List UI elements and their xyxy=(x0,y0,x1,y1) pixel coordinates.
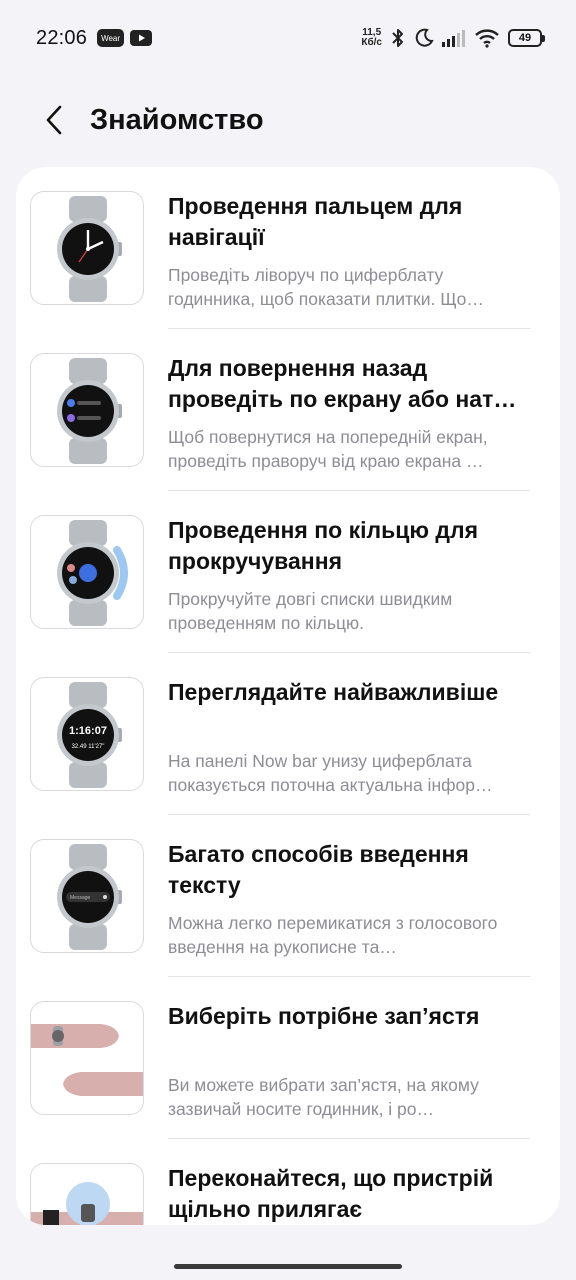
wrist-thumbnail xyxy=(30,1001,144,1115)
fit-thumbnail xyxy=(30,1163,144,1225)
watch-bezel-scroll-icon xyxy=(57,520,128,626)
list-item[interactable]: Проведення пальцем для навігації Проведі… xyxy=(16,167,560,329)
moon-icon xyxy=(415,28,434,47)
list-item[interactable]: Message Багато способів введення тексту … xyxy=(16,815,560,977)
watch-thumbnail: Message xyxy=(30,839,144,953)
watch-time: 1:16:07 xyxy=(69,725,107,737)
battery-indicator: 49 xyxy=(508,29,545,47)
watch-fit-icon xyxy=(31,1182,143,1225)
item-title: Переконайтеся, що пристрій щільно приляг… xyxy=(168,1165,494,1222)
watch-thumbnail xyxy=(30,353,144,467)
item-title: Проведення пальцем для навігації xyxy=(168,193,463,250)
item-title: Виберіть потрібне зап’ястя xyxy=(168,1003,480,1029)
page-title: Знайомство xyxy=(90,103,264,136)
item-description: Ви можете вибрати зап’ястя, на якому заз… xyxy=(168,1075,479,1119)
status-indicators: 11,5 Кб/с 49 xyxy=(361,28,545,48)
signal-icon xyxy=(442,30,465,47)
item-description: Прокручуйте довгі списки швидким проведе… xyxy=(168,589,453,633)
watch-stats: 32.49 11'27" xyxy=(72,744,105,750)
network-speed-unit: Кб/с xyxy=(361,37,382,48)
watch-thumbnail xyxy=(30,515,144,629)
watch-input-placeholder: Message xyxy=(70,895,91,901)
list-item[interactable]: Виберіть потрібне зап’ястя Ви можете виб… xyxy=(16,977,560,1139)
item-title: Для повернення назад проведіть по екрану… xyxy=(168,355,517,412)
bluetooth-icon xyxy=(392,29,403,47)
wifi-icon xyxy=(475,29,499,48)
item-title: Проведення по кільцю для прокручування xyxy=(168,517,479,574)
item-description: Проведіть ліворуч по циферблату годинник… xyxy=(168,265,484,309)
item-description: Щоб повернутися на попередній екран, про… xyxy=(168,427,488,471)
tips-list: Проведення пальцем для навігації Проведі… xyxy=(16,167,560,1225)
status-bar: 22:06 Wear 11,5 Кб/с 49 xyxy=(0,0,576,76)
youtube-icon xyxy=(130,30,153,46)
item-description: Можна легко перемикатися з голосового вв… xyxy=(168,913,498,957)
header: Знайомство xyxy=(0,88,576,152)
wear-app-icon: Wear xyxy=(97,29,125,47)
back-button[interactable] xyxy=(24,90,84,150)
list-item[interactable]: 1:16:07 32.49 11'27" Переглядайте найваж… xyxy=(16,653,560,815)
item-description: На панелі Now bar унизу циферблата показ… xyxy=(168,751,493,795)
status-time: 22:06 xyxy=(36,26,88,49)
list-item[interactable]: Для повернення назад проведіть по екрану… xyxy=(16,329,560,491)
watch-analog-icon xyxy=(57,196,122,302)
wrist-selection-icon xyxy=(31,1024,143,1096)
watch-list-icon xyxy=(57,358,122,464)
watch-thumbnail: 1:16:07 32.49 11'27" xyxy=(30,677,144,791)
item-title: Багато способів введення тексту xyxy=(168,841,469,898)
network-speed: 11,5 Кб/с xyxy=(361,28,382,48)
watch-nowbar-icon: 1:16:07 32.49 11'27" xyxy=(57,682,122,788)
chevron-left-icon xyxy=(46,105,62,135)
list-item[interactable]: Переконайтеся, що пристрій щільно приляг… xyxy=(16,1139,560,1225)
watch-text-input-icon: Message xyxy=(57,844,122,950)
item-title: Переглядайте найважливіше xyxy=(168,679,499,705)
home-indicator[interactable] xyxy=(174,1264,402,1269)
watch-thumbnail xyxy=(30,191,144,305)
list-item[interactable]: Проведення по кільцю для прокручування П… xyxy=(16,491,560,653)
